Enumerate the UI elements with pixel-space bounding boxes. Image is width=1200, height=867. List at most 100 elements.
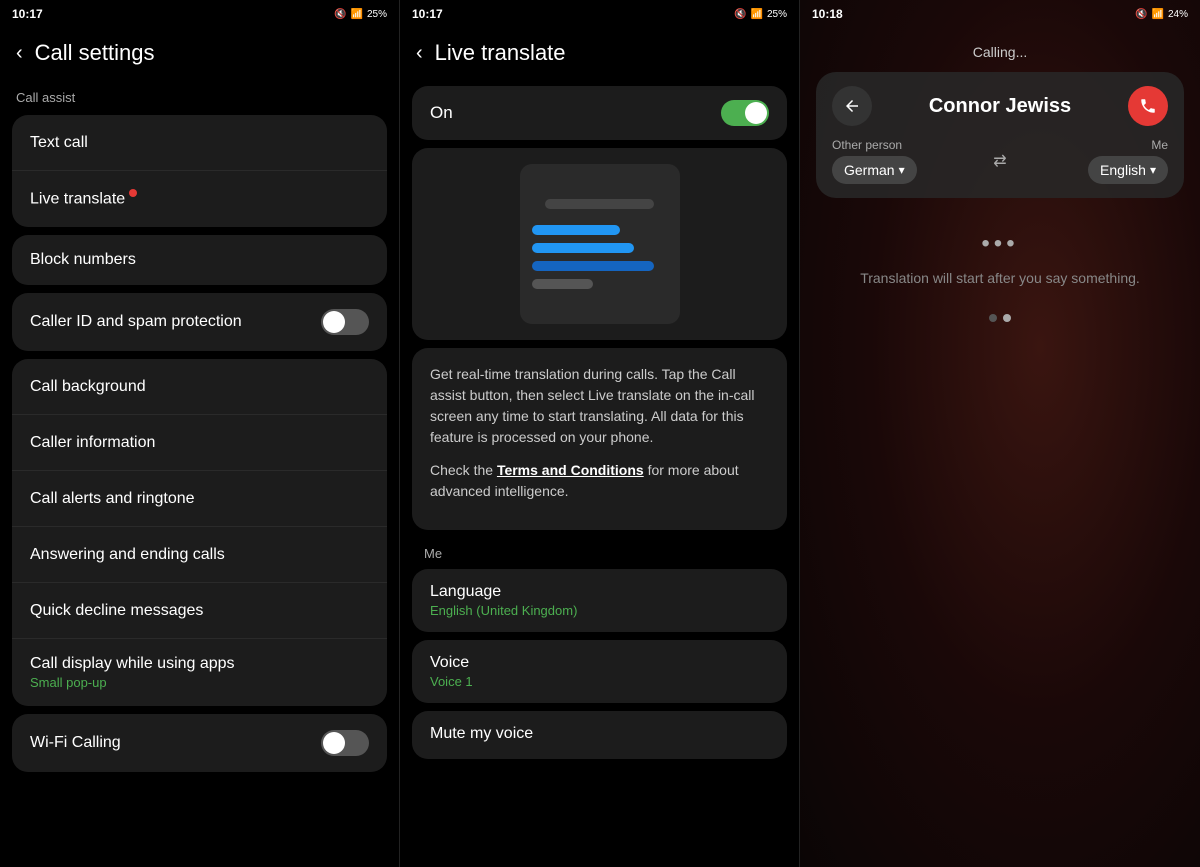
page-title-middle: Live translate xyxy=(435,40,566,66)
call-background-label: Call background xyxy=(30,378,146,396)
time-right: 10:18 xyxy=(812,7,843,21)
caller-id-label: Caller ID and spam protection xyxy=(30,313,242,331)
live-translate-on-toggle[interactable] xyxy=(721,100,769,126)
call-display-item[interactable]: Call display while using apps Small pop-… xyxy=(12,639,387,706)
new-badge-dot xyxy=(129,189,137,197)
swap-languages-icon[interactable]: ⇄ xyxy=(993,151,1006,171)
signal-icon-r: 📶 xyxy=(1152,9,1164,20)
preview-bar-3 xyxy=(532,261,654,271)
preview-top-bar xyxy=(545,199,654,209)
translation-message: Translation will start after you say som… xyxy=(840,270,1160,286)
on-label: On xyxy=(430,103,453,123)
other-person-lang-selector[interactable]: German ▾ xyxy=(832,156,917,184)
other-settings-group: Call background Caller information Call … xyxy=(12,359,387,706)
calling-panel: 10:18 🔇 📶 24% Calling... Connor Jewiss xyxy=(800,0,1200,867)
preview-bar-1 xyxy=(532,225,620,235)
quick-decline-label: Quick decline messages xyxy=(30,602,203,620)
description-box: Get real-time translation during calls. … xyxy=(412,348,787,530)
page-dot-2 xyxy=(1003,314,1011,322)
caller-id-item[interactable]: Caller ID and spam protection xyxy=(12,293,387,351)
wifi-calling-item[interactable]: Wi-Fi Calling xyxy=(12,714,387,772)
status-bar-left: 10:17 🔇 📶 25% xyxy=(0,0,399,28)
battery-middle: 25% xyxy=(767,9,787,20)
page-dot-1 xyxy=(989,314,997,322)
block-numbers-item[interactable]: Block numbers xyxy=(12,235,387,285)
time-left: 10:17 xyxy=(12,7,43,21)
call-card-top: Connor Jewiss xyxy=(832,86,1168,126)
call-settings-header: ‹ Call settings xyxy=(0,28,399,82)
status-bar-middle: 10:17 🔇 📶 25% xyxy=(400,0,799,28)
text-call-label: Text call xyxy=(30,134,88,152)
back-arrow-middle[interactable]: ‹ xyxy=(416,42,423,65)
status-icons-left: 🔇 📶 25% xyxy=(334,9,387,20)
caller-information-item[interactable]: Caller information xyxy=(12,415,387,471)
live-translate-panel: 10:17 🔇 📶 25% ‹ Live translate On Get re… xyxy=(400,0,800,867)
calling-status-text: Calling... xyxy=(800,28,1200,68)
language-title: Language xyxy=(430,583,769,601)
signal-icon: 📶 xyxy=(351,9,363,20)
block-numbers-label: Block numbers xyxy=(30,251,136,268)
my-lang-side: Me English ▾ xyxy=(1015,138,1168,184)
voice-title: Voice xyxy=(430,654,769,672)
battery-right: 24% xyxy=(1168,9,1188,20)
mute-voice-label: Mute my voice xyxy=(430,725,769,743)
call-background-item[interactable]: Call background xyxy=(12,359,387,415)
terms-link[interactable]: Terms and Conditions xyxy=(497,462,644,478)
mute-voice-item[interactable]: Mute my voice xyxy=(412,711,787,759)
quick-decline-item[interactable]: Quick decline messages xyxy=(12,583,387,639)
preview-bar-4 xyxy=(532,279,593,289)
other-person-lang-side: Other person German ▾ xyxy=(832,138,985,184)
language-selection-row: Other person German ▾ ⇄ Me English ▾ xyxy=(832,138,1168,184)
call-display-subtext: Small pop-up xyxy=(30,675,235,690)
live-translate-header: ‹ Live translate xyxy=(400,28,799,82)
call-display-label: Call display while using apps xyxy=(30,655,235,673)
my-lang-selector[interactable]: English ▾ xyxy=(1088,156,1168,184)
wifi-calling-label: Wi-Fi Calling xyxy=(30,734,121,752)
preview-bar-2 xyxy=(532,243,634,253)
voice-value: Voice 1 xyxy=(430,674,769,689)
call-assist-group: Text call Live translate xyxy=(12,115,387,227)
page-indicator xyxy=(800,306,1200,330)
wifi-calling-group: Wi-Fi Calling xyxy=(12,714,387,772)
call-alerts-item[interactable]: Call alerts and ringtone xyxy=(12,471,387,527)
live-translate-item[interactable]: Live translate xyxy=(12,171,387,227)
desc-text-2: Check the Terms and Conditions for more … xyxy=(430,460,769,502)
call-assist-label: Call assist xyxy=(0,82,399,111)
caller-id-group: Caller ID and spam protection xyxy=(12,293,387,351)
preview-phone-mockup xyxy=(520,164,680,324)
back-arrow-left[interactable]: ‹ xyxy=(16,42,23,65)
wifi-calling-toggle[interactable] xyxy=(321,730,369,756)
caller-name: Connor Jewiss xyxy=(872,95,1128,118)
language-item[interactable]: Language English (United Kingdom) xyxy=(412,569,787,632)
answering-ending-item[interactable]: Answering and ending calls xyxy=(12,527,387,583)
time-middle: 10:17 xyxy=(412,7,443,21)
answering-ending-label: Answering and ending calls xyxy=(30,546,225,564)
desc-text-1: Get real-time translation during calls. … xyxy=(430,364,769,448)
my-lang-label: Me xyxy=(1151,138,1168,152)
battery-left: 25% xyxy=(367,9,387,20)
status-bar-right: 10:18 🔇 📶 24% xyxy=(800,0,1200,28)
status-icons-right: 🔇 📶 24% xyxy=(1135,9,1188,20)
on-toggle-row[interactable]: On xyxy=(412,86,787,140)
back-to-call-button[interactable] xyxy=(832,86,872,126)
thinking-dots: ••• xyxy=(981,230,1018,258)
end-call-button[interactable] xyxy=(1128,86,1168,126)
language-value: English (United Kingdom) xyxy=(430,603,769,618)
mute-icon-r: 🔇 xyxy=(1135,9,1147,20)
caller-id-toggle[interactable] xyxy=(321,309,369,335)
call-alerts-label: Call alerts and ringtone xyxy=(30,490,195,508)
mute-icon: 🔇 xyxy=(334,9,346,20)
page-title-left: Call settings xyxy=(35,40,155,66)
translation-area: ••• Translation will start after you say… xyxy=(800,210,1200,306)
caller-information-label: Caller information xyxy=(30,434,155,452)
voice-item[interactable]: Voice Voice 1 xyxy=(412,640,787,703)
mute-icon-m: 🔇 xyxy=(734,9,746,20)
live-translate-label: Live translate xyxy=(30,189,137,208)
other-lang-chevron-icon: ▾ xyxy=(899,163,905,177)
my-lang-value: English xyxy=(1100,162,1146,178)
live-translate-preview xyxy=(412,148,787,340)
my-lang-chevron-icon: ▾ xyxy=(1150,163,1156,177)
other-person-label: Other person xyxy=(832,138,985,152)
other-person-lang-value: German xyxy=(844,162,895,178)
text-call-item[interactable]: Text call xyxy=(12,115,387,171)
